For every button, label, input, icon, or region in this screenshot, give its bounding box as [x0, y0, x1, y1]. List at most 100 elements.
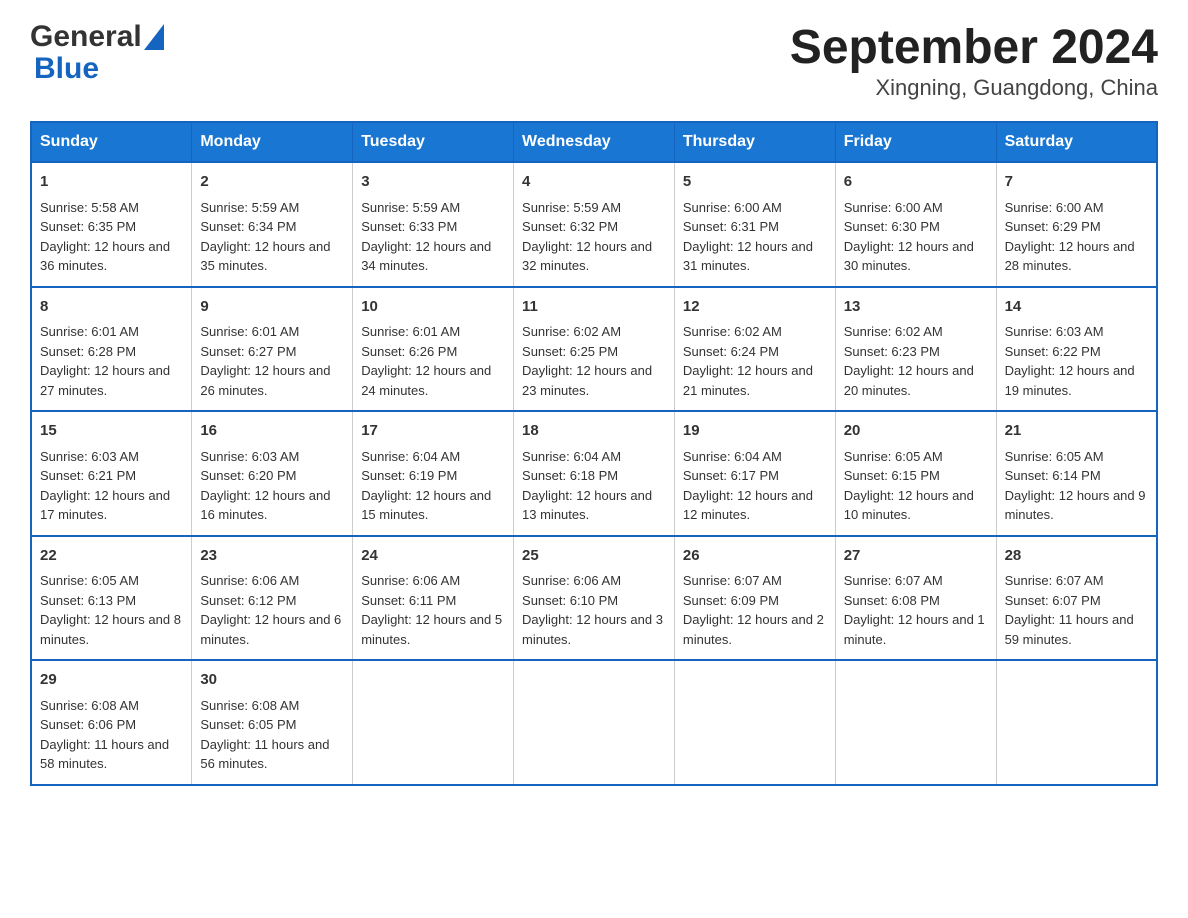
daylight-text: Daylight: 12 hours and 12 minutes.	[683, 488, 813, 523]
day-number: 16	[200, 420, 344, 443]
day-number: 22	[40, 545, 183, 568]
day-number: 21	[1005, 420, 1148, 443]
sunset-text: Sunset: 6:11 PM	[361, 593, 456, 608]
sunset-text: Sunset: 6:18 PM	[522, 468, 618, 483]
sunrise-text: Sunrise: 6:00 AM	[683, 200, 782, 215]
day-number: 1	[40, 171, 183, 194]
sunset-text: Sunset: 6:05 PM	[200, 717, 296, 732]
sunset-text: Sunset: 6:21 PM	[40, 468, 136, 483]
sunrise-text: Sunrise: 6:01 AM	[361, 324, 460, 339]
sunset-text: Sunset: 6:20 PM	[200, 468, 296, 483]
daylight-text: Daylight: 12 hours and 31 minutes.	[683, 239, 813, 274]
day-number: 11	[522, 296, 666, 319]
location-title: Xingning, Guangdong, China	[790, 75, 1158, 101]
calendar-week-row: 8 Sunrise: 6:01 AM Sunset: 6:28 PM Dayli…	[31, 287, 1157, 412]
logo-triangle-icon	[144, 24, 164, 50]
daylight-text: Daylight: 12 hours and 23 minutes.	[522, 363, 652, 398]
table-row: 1 Sunrise: 5:58 AM Sunset: 6:35 PM Dayli…	[31, 162, 192, 287]
sunrise-text: Sunrise: 6:02 AM	[844, 324, 943, 339]
sunrise-text: Sunrise: 6:03 AM	[40, 449, 139, 464]
calendar-header-row: Sunday Monday Tuesday Wednesday Thursday…	[31, 122, 1157, 162]
day-number: 4	[522, 171, 666, 194]
table-row	[353, 660, 514, 785]
page-header: General Blue September 2024 Xingning, Gu…	[30, 20, 1158, 101]
table-row: 7 Sunrise: 6:00 AM Sunset: 6:29 PM Dayli…	[996, 162, 1157, 287]
month-title: September 2024	[790, 20, 1158, 75]
table-row: 27 Sunrise: 6:07 AM Sunset: 6:08 PM Dayl…	[835, 536, 996, 661]
table-row: 26 Sunrise: 6:07 AM Sunset: 6:09 PM Dayl…	[674, 536, 835, 661]
sunrise-text: Sunrise: 6:01 AM	[40, 324, 139, 339]
table-row: 6 Sunrise: 6:00 AM Sunset: 6:30 PM Dayli…	[835, 162, 996, 287]
daylight-text: Daylight: 12 hours and 17 minutes.	[40, 488, 170, 523]
calendar-week-row: 15 Sunrise: 6:03 AM Sunset: 6:21 PM Dayl…	[31, 411, 1157, 536]
day-number: 24	[361, 545, 505, 568]
daylight-text: Daylight: 12 hours and 34 minutes.	[361, 239, 491, 274]
sunrise-text: Sunrise: 6:06 AM	[200, 573, 299, 588]
day-number: 8	[40, 296, 183, 319]
title-block: September 2024 Xingning, Guangdong, Chin…	[790, 20, 1158, 101]
table-row: 20 Sunrise: 6:05 AM Sunset: 6:15 PM Dayl…	[835, 411, 996, 536]
sunrise-text: Sunrise: 6:05 AM	[1005, 449, 1104, 464]
sunrise-text: Sunrise: 6:05 AM	[40, 573, 139, 588]
logo-general-text: General	[30, 20, 142, 54]
day-number: 28	[1005, 545, 1148, 568]
sunrise-text: Sunrise: 6:04 AM	[522, 449, 621, 464]
daylight-text: Daylight: 12 hours and 20 minutes.	[844, 363, 974, 398]
day-number: 29	[40, 669, 183, 692]
table-row: 11 Sunrise: 6:02 AM Sunset: 6:25 PM Dayl…	[514, 287, 675, 412]
daylight-text: Daylight: 12 hours and 24 minutes.	[361, 363, 491, 398]
day-number: 15	[40, 420, 183, 443]
sunset-text: Sunset: 6:06 PM	[40, 717, 136, 732]
day-number: 18	[522, 420, 666, 443]
calendar-week-row: 1 Sunrise: 5:58 AM Sunset: 6:35 PM Dayli…	[31, 162, 1157, 287]
table-row: 15 Sunrise: 6:03 AM Sunset: 6:21 PM Dayl…	[31, 411, 192, 536]
table-row: 4 Sunrise: 5:59 AM Sunset: 6:32 PM Dayli…	[514, 162, 675, 287]
sunrise-text: Sunrise: 6:07 AM	[1005, 573, 1104, 588]
sunrise-text: Sunrise: 6:08 AM	[200, 698, 299, 713]
sunset-text: Sunset: 6:25 PM	[522, 344, 618, 359]
daylight-text: Daylight: 12 hours and 19 minutes.	[1005, 363, 1135, 398]
sunrise-text: Sunrise: 6:06 AM	[522, 573, 621, 588]
daylight-text: Daylight: 12 hours and 3 minutes.	[522, 612, 663, 647]
sunset-text: Sunset: 6:35 PM	[40, 219, 136, 234]
table-row: 13 Sunrise: 6:02 AM Sunset: 6:23 PM Dayl…	[835, 287, 996, 412]
sunset-text: Sunset: 6:27 PM	[200, 344, 296, 359]
table-row: 17 Sunrise: 6:04 AM Sunset: 6:19 PM Dayl…	[353, 411, 514, 536]
daylight-text: Daylight: 12 hours and 5 minutes.	[361, 612, 502, 647]
day-number: 9	[200, 296, 344, 319]
sunrise-text: Sunrise: 5:59 AM	[200, 200, 299, 215]
header-thursday: Thursday	[674, 122, 835, 162]
day-number: 10	[361, 296, 505, 319]
sunrise-text: Sunrise: 6:05 AM	[844, 449, 943, 464]
table-row: 8 Sunrise: 6:01 AM Sunset: 6:28 PM Dayli…	[31, 287, 192, 412]
daylight-text: Daylight: 12 hours and 2 minutes.	[683, 612, 824, 647]
daylight-text: Daylight: 12 hours and 10 minutes.	[844, 488, 974, 523]
daylight-text: Daylight: 12 hours and 8 minutes.	[40, 612, 181, 647]
table-row	[996, 660, 1157, 785]
sunrise-text: Sunrise: 6:02 AM	[522, 324, 621, 339]
sunset-text: Sunset: 6:28 PM	[40, 344, 136, 359]
day-number: 17	[361, 420, 505, 443]
sunrise-text: Sunrise: 6:07 AM	[844, 573, 943, 588]
sunrise-text: Sunrise: 5:58 AM	[40, 200, 139, 215]
table-row: 2 Sunrise: 5:59 AM Sunset: 6:34 PM Dayli…	[192, 162, 353, 287]
sunset-text: Sunset: 6:29 PM	[1005, 219, 1101, 234]
table-row: 22 Sunrise: 6:05 AM Sunset: 6:13 PM Dayl…	[31, 536, 192, 661]
day-number: 12	[683, 296, 827, 319]
day-number: 26	[683, 545, 827, 568]
sunrise-text: Sunrise: 6:04 AM	[361, 449, 460, 464]
table-row: 19 Sunrise: 6:04 AM Sunset: 6:17 PM Dayl…	[674, 411, 835, 536]
table-row: 14 Sunrise: 6:03 AM Sunset: 6:22 PM Dayl…	[996, 287, 1157, 412]
table-row: 30 Sunrise: 6:08 AM Sunset: 6:05 PM Dayl…	[192, 660, 353, 785]
sunset-text: Sunset: 6:15 PM	[844, 468, 940, 483]
sunrise-text: Sunrise: 6:01 AM	[200, 324, 299, 339]
daylight-text: Daylight: 12 hours and 21 minutes.	[683, 363, 813, 398]
sunset-text: Sunset: 6:07 PM	[1005, 593, 1101, 608]
table-row: 16 Sunrise: 6:03 AM Sunset: 6:20 PM Dayl…	[192, 411, 353, 536]
sunset-text: Sunset: 6:08 PM	[844, 593, 940, 608]
sunset-text: Sunset: 6:33 PM	[361, 219, 457, 234]
sunrise-text: Sunrise: 6:03 AM	[1005, 324, 1104, 339]
day-number: 13	[844, 296, 988, 319]
daylight-text: Daylight: 12 hours and 28 minutes.	[1005, 239, 1135, 274]
sunset-text: Sunset: 6:30 PM	[844, 219, 940, 234]
